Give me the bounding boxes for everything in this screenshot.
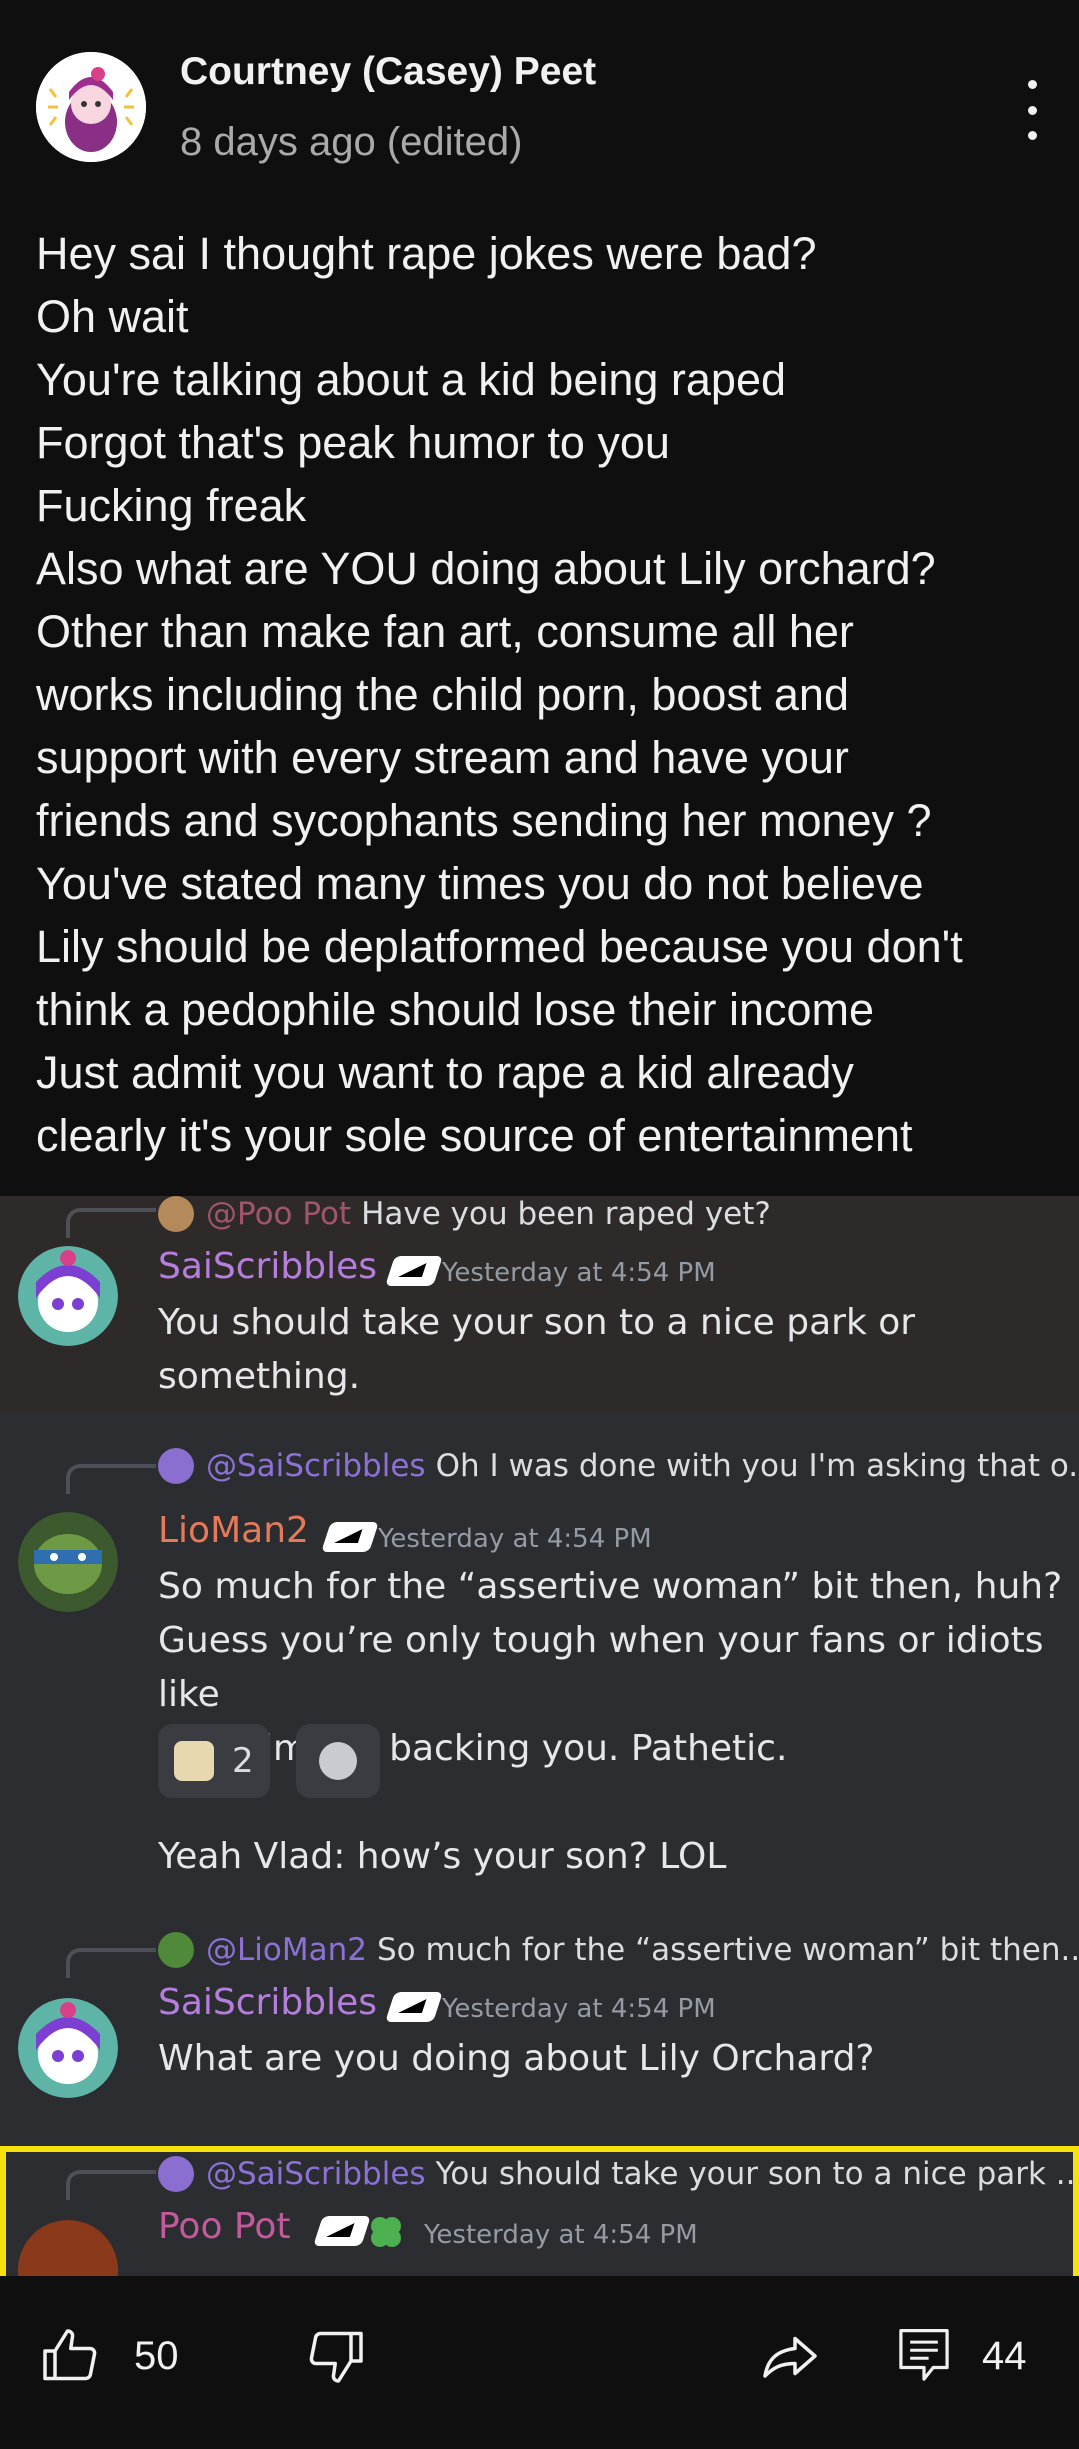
attached-screenshot[interactable]: @Poo Pot Have you been raped yet? SaiScr… [0, 1196, 1079, 2276]
bot-badge-icon [385, 1256, 443, 1286]
reply-mention: @SaiScribbles [206, 1448, 426, 1484]
reply-preview: @SaiScribbles Oh I was done with you I'm… [158, 1448, 1079, 1484]
username[interactable]: SaiScribbles [158, 1982, 377, 2023]
like-button[interactable]: 50 [40, 2326, 179, 2386]
message-text: What are you doing about Lily Orchard? [158, 2032, 875, 2086]
comment-action-bar: 50 44 [0, 2276, 1079, 2449]
reply-preview: @Poo Pot Have you been raped yet? [158, 1196, 771, 1232]
bot-badge-icon [385, 1992, 443, 2022]
comment-line: works including the child porn, boost an… [36, 669, 849, 720]
user-avatar [18, 1512, 118, 1612]
author-avatar[interactable] [36, 52, 146, 162]
reply-mention: @LioMan2 [206, 1932, 367, 1968]
comment-line: You're talking about a kid being raped [36, 354, 786, 405]
comment-header: Courtney (Casey) Peet 8 days ago (edited… [0, 0, 1079, 200]
reaction-chip[interactable]: 2 [158, 1724, 270, 1798]
popcorn-emoji-icon [174, 1741, 214, 1781]
thumbs-up-icon [43, 2329, 97, 2381]
user-avatar [18, 1246, 118, 1346]
reply-mention: @Poo Pot [206, 1196, 352, 1232]
reply-avatar [158, 1196, 194, 1232]
comment-line: clearly it's your sole source of enterta… [36, 1110, 913, 1161]
message-line: So much for the “assertive woman” bit th… [158, 1566, 1063, 1607]
reaction-count: 2 [232, 1741, 254, 1781]
discord-message: @Poo Pot Have you been raped yet? SaiScr… [0, 1196, 1079, 1412]
comment-text: Hey sai I thought rape jokes were bad? O… [36, 222, 1066, 1167]
followup-message: Yeah Vlad: how’s your son? LOL [158, 1836, 727, 1877]
thumbs-down-icon [309, 2331, 363, 2383]
comment-line: Fucking freak [36, 480, 307, 531]
message-line: What are you doing about Lily Orchard? [158, 2038, 875, 2079]
comment-line: You've stated many times you do not beli… [36, 858, 924, 909]
more-vert-icon[interactable] [1012, 80, 1052, 140]
like-count: 50 [134, 2333, 179, 2378]
message-time: Yesterday at 4:54 PM [442, 1258, 716, 1288]
reply-connector [66, 1948, 156, 1978]
reply-text: So much for the “assertive woman” bit th… [376, 1932, 1079, 1968]
message-time: Yesterday at 4:54 PM [442, 1994, 716, 2024]
message-line: Guess you’re only tough when your fans o… [158, 1620, 1044, 1715]
dislike-button[interactable] [306, 2326, 366, 2386]
reply-avatar [158, 1932, 194, 1968]
reply-count: 44 [982, 2333, 1027, 2378]
username[interactable]: SaiScribbles [158, 1246, 377, 1287]
reply-text: Oh I was done with you I'm asking that o… [435, 1448, 1079, 1484]
comment-line: Also what are YOU doing about Lily orcha… [36, 543, 936, 594]
reply-connector [66, 1208, 156, 1238]
user-avatar [18, 1998, 118, 2098]
comment-line: Oh wait [36, 291, 189, 342]
message-line: You should take your son to a nice park … [158, 1302, 916, 1343]
add-reaction-icon[interactable] [296, 1724, 380, 1798]
reply-preview: @LioMan2 So much for the “assertive woma… [158, 1932, 1079, 1968]
reply-avatar [158, 1448, 194, 1484]
author-name[interactable]: Courtney (Casey) Peet [180, 50, 596, 94]
username[interactable]: LioMan2 [158, 1510, 309, 1551]
highlight-box [0, 2146, 1079, 2276]
comment-line: Other than make fan art, consume all her [36, 606, 854, 657]
share-icon [763, 2336, 817, 2378]
comment-line: Hey sai I thought rape jokes were bad? [36, 228, 817, 279]
comment-timestamp: 8 days ago (edited) [180, 120, 523, 164]
comment-line: friends and sycophants sending her money… [36, 795, 932, 846]
message-time: Yesterday at 4:54 PM [378, 1524, 652, 1554]
message-line: something. [158, 1356, 361, 1397]
comment-line: think a pedophile should lose their inco… [36, 984, 875, 1035]
comment-line: support with every stream and have your [36, 732, 849, 783]
reply-connector [66, 1464, 156, 1494]
reply-button[interactable]: 44 [896, 2326, 1027, 2386]
comment-line: Lily should be deplatformed because you … [36, 921, 963, 972]
comment-line: Forgot that's peak humor to you [36, 417, 670, 468]
discord-message: @SaiScribbles Oh I was done with you I'm… [0, 1412, 1079, 1932]
share-button[interactable] [758, 2326, 822, 2386]
comment-line: Just admit you want to rape a kid alread… [36, 1047, 854, 1098]
bot-badge-icon [321, 1522, 379, 1552]
comment-icon [899, 2329, 949, 2381]
message-text: You should take your son to a nice park … [158, 1296, 915, 1404]
reply-text: Have you been raped yet? [361, 1196, 771, 1232]
